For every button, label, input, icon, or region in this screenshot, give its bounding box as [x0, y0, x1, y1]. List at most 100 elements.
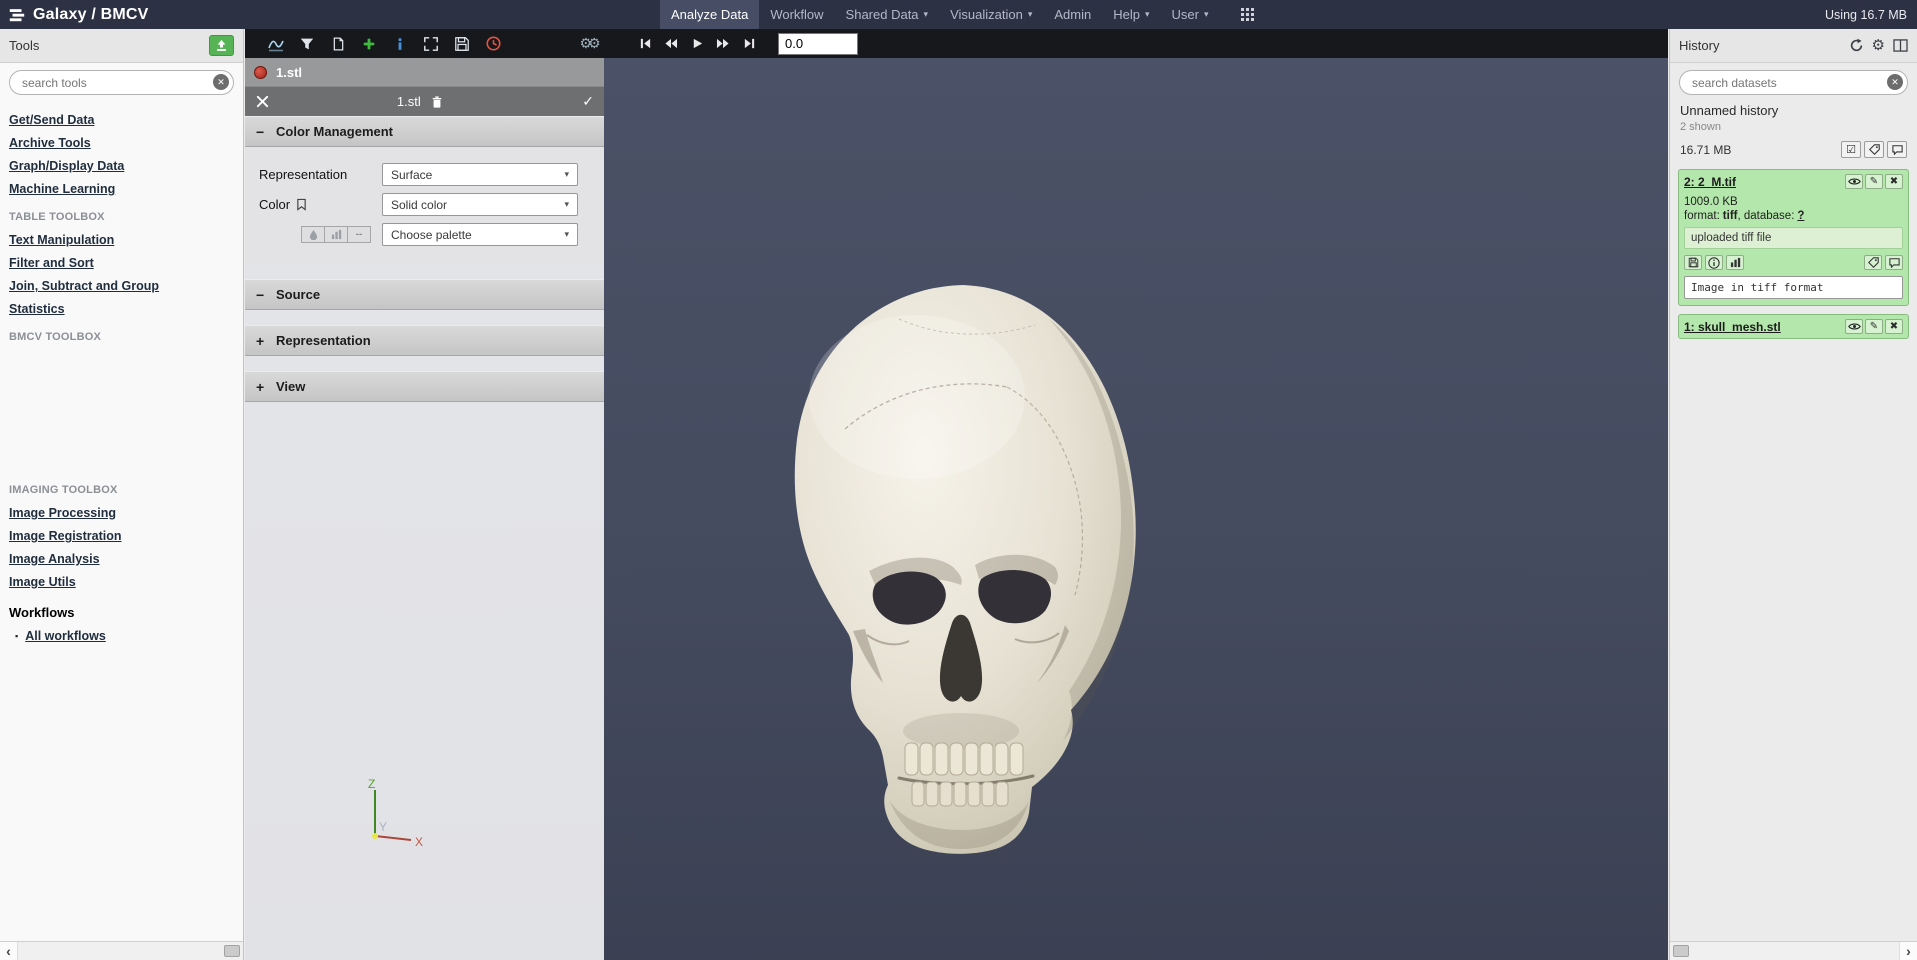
play-icon[interactable]: [690, 37, 704, 51]
section-color-management[interactable]: − Color Management: [245, 116, 604, 147]
dataset-tags-icon[interactable]: [1864, 255, 1882, 270]
tab-user[interactable]: User▾: [1161, 0, 1220, 29]
section-title: View: [276, 379, 305, 394]
histogram-icon[interactable]: [324, 226, 348, 243]
droplet-icon[interactable]: [301, 226, 325, 243]
section-view[interactable]: + View: [245, 371, 604, 402]
tool-link-graph-display-data[interactable]: Graph/Display Data: [9, 159, 235, 173]
check-icon[interactable]: ✓: [582, 93, 594, 110]
collapse-left-panel-button[interactable]: ‹: [0, 942, 18, 960]
eye-icon[interactable]: [1845, 319, 1863, 334]
tab-analyze-data[interactable]: Analyze Data: [660, 0, 759, 29]
tool-link-filter-and-sort[interactable]: Filter and Sort: [9, 256, 235, 270]
select-datasets-icon[interactable]: ☑: [1841, 141, 1861, 158]
skull-3d-model[interactable]: [749, 279, 1179, 864]
chevron-down-icon: ▾: [564, 229, 569, 240]
multi-view-icon[interactable]: [1893, 39, 1908, 52]
home-link[interactable]: Galaxy / BMCV: [8, 0, 149, 29]
download-icon[interactable]: [1684, 255, 1702, 270]
section-representation[interactable]: + Representation: [245, 325, 604, 356]
tab-admin[interactable]: Admin: [1043, 0, 1102, 29]
dataset-title[interactable]: 1: skull_mesh.stl: [1684, 320, 1781, 334]
gear-icon[interactable]: ⚙: [1872, 38, 1885, 53]
filter-icon[interactable]: [298, 35, 316, 53]
dataset-header[interactable]: 1: skull_mesh.stl ✎ ✖: [1679, 315, 1908, 338]
skip-start-icon[interactable]: [638, 37, 652, 51]
tool-link-text-manipulation[interactable]: Text Manipulation: [9, 233, 235, 247]
toolbox-heading-imaging: IMAGING TOOLBOX: [9, 484, 235, 496]
tab-visualization[interactable]: Visualization▾: [939, 0, 1043, 29]
delete-icon[interactable]: ✖: [1885, 319, 1903, 334]
pencil-icon[interactable]: ✎: [1865, 174, 1883, 189]
tab-workflow[interactable]: Workflow: [759, 0, 834, 29]
tool-link-image-analysis[interactable]: Image Analysis: [9, 552, 235, 566]
scrollbar-handle[interactable]: [224, 945, 240, 957]
tab-shared-data[interactable]: Shared Data▾: [835, 0, 940, 29]
collapse-right-panel-button[interactable]: ›: [1899, 942, 1917, 960]
orientation-axes-widget[interactable]: Z X Y: [349, 774, 439, 864]
settings-cogs-icon[interactable]: ⚙⚙: [573, 35, 603, 53]
clock-icon[interactable]: [484, 35, 502, 53]
clear-search-icon[interactable]: ✕: [1887, 74, 1903, 90]
refresh-icon[interactable]: [1849, 38, 1864, 53]
tool-link-statistics[interactable]: Statistics: [9, 302, 235, 316]
expand-icon[interactable]: [422, 35, 440, 53]
plot-icon[interactable]: [267, 35, 285, 53]
info-circle-icon[interactable]: [1705, 255, 1723, 270]
pipeline-source-row[interactable]: 1.stl: [245, 58, 604, 87]
eye-icon[interactable]: [1845, 174, 1863, 189]
tool-link-get-send-data[interactable]: Get/Send Data: [9, 113, 235, 127]
tab-label: Admin: [1054, 7, 1091, 22]
history-search-input[interactable]: [1679, 70, 1908, 95]
tool-link-machine-learning[interactable]: Machine Learning: [9, 182, 235, 196]
delete-icon[interactable]: [431, 95, 443, 109]
history-annotation-icon[interactable]: [1887, 141, 1907, 158]
delete-icon[interactable]: ✖: [1885, 174, 1903, 189]
tool-link-archive-tools[interactable]: Archive Tools: [9, 136, 235, 150]
bookmark-icon[interactable]: [296, 198, 307, 211]
tool-link-image-processing[interactable]: Image Processing: [9, 506, 235, 520]
dataset-header[interactable]: 2: 2_M.tif ✎ ✖: [1679, 170, 1908, 193]
database-help-link[interactable]: ?: [1797, 210, 1804, 222]
range-button[interactable]: --: [347, 226, 371, 243]
format-value: tiff: [1723, 210, 1738, 222]
upload-button[interactable]: [209, 35, 234, 56]
tab-label: Visualization: [950, 7, 1023, 22]
format-label: format:: [1684, 210, 1720, 222]
history-tags-icon[interactable]: [1864, 141, 1884, 158]
file-icon[interactable]: [329, 35, 347, 53]
axis-x-label: X: [415, 835, 423, 849]
color-select[interactable]: Solid color ▾: [382, 193, 578, 216]
grid-menu-icon[interactable]: [1232, 0, 1263, 29]
tool-link-image-utils[interactable]: Image Utils: [9, 575, 235, 589]
history-name[interactable]: Unnamed history: [1680, 103, 1907, 118]
representation-label: Representation: [259, 167, 382, 182]
section-source[interactable]: − Source: [245, 279, 604, 310]
visualize-chart-icon[interactable]: [1726, 255, 1744, 270]
select-value: Surface: [391, 168, 432, 182]
save-icon[interactable]: [453, 35, 471, 53]
palette-select[interactable]: Choose palette ▾: [382, 223, 578, 246]
add-icon[interactable]: [360, 35, 378, 53]
dataset-annotation-icon[interactable]: [1885, 255, 1903, 270]
clear-search-icon[interactable]: ✕: [213, 74, 229, 90]
tab-help[interactable]: Help▾: [1102, 0, 1160, 29]
pipeline-active-row[interactable]: 1.stl ✓: [245, 87, 604, 116]
info-icon[interactable]: [391, 35, 409, 53]
tool-link-join-subtract-group[interactable]: Join, Subtract and Group: [9, 279, 235, 293]
skip-end-icon[interactable]: [742, 37, 756, 51]
time-input[interactable]: [778, 33, 858, 55]
tools-search-input[interactable]: [9, 70, 234, 95]
scrollbar-handle[interactable]: [1673, 945, 1689, 957]
fast-forward-icon[interactable]: [716, 37, 730, 51]
toolbox-heading-bmcv: BMCV TOOLBOX: [9, 331, 235, 343]
history-title: History: [1679, 38, 1719, 53]
all-workflows-link[interactable]: All workflows: [25, 629, 106, 643]
rewind-icon[interactable]: [664, 37, 678, 51]
tool-link-image-registration[interactable]: Image Registration: [9, 529, 235, 543]
representation-select[interactable]: Surface ▾: [382, 163, 578, 186]
tab-label: Help: [1113, 7, 1140, 22]
pencil-icon[interactable]: ✎: [1865, 319, 1883, 334]
dataset-size: 1009.0 KB: [1684, 196, 1903, 208]
dataset-title[interactable]: 2: 2_M.tif: [1684, 175, 1736, 189]
